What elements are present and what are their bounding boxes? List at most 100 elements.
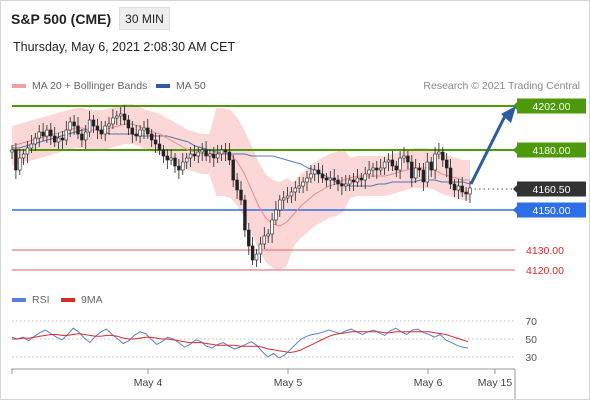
candle-body <box>138 129 142 137</box>
x-tick-label: May 4 <box>134 377 163 389</box>
candle-body <box>312 169 317 175</box>
candle-body <box>87 119 92 133</box>
candle-body <box>285 195 290 199</box>
candle-body <box>402 155 406 159</box>
candle-body <box>239 189 243 201</box>
candle-body <box>351 179 356 183</box>
candle-body <box>150 133 154 141</box>
candle-body <box>235 179 239 191</box>
candle-body <box>437 151 441 155</box>
candle-body <box>301 181 305 187</box>
candle-body <box>433 153 437 171</box>
candle-body <box>169 157 173 161</box>
rsi-tick-label: 70 <box>525 316 537 328</box>
candle-body <box>347 179 352 185</box>
candle-body <box>421 169 426 183</box>
candle-body <box>49 129 53 137</box>
rsi-tick-label: 30 <box>525 352 537 364</box>
level-label-4120.00: 4120.00 <box>526 265 564 277</box>
candle-body <box>14 149 18 171</box>
candle-body <box>200 149 204 153</box>
level-tag-pointer-4180.00 <box>513 146 517 154</box>
candle-body <box>390 159 395 167</box>
candle-body <box>196 151 200 157</box>
candle-body <box>413 167 418 179</box>
candle-body <box>359 177 363 181</box>
level-tag-pointer-4150.00 <box>513 206 517 214</box>
candle-body <box>371 167 375 171</box>
candle-body <box>212 153 216 159</box>
level-tag-label-4150.00: 4150.00 <box>533 205 571 217</box>
candle-body <box>410 161 414 179</box>
candle-body <box>153 139 158 145</box>
level-tag-label-4160.50: 4160.50 <box>533 184 571 196</box>
rsi-tick-label: 50 <box>525 334 537 346</box>
candle-body <box>468 187 472 195</box>
rsi-ma9-line <box>12 331 469 354</box>
candle-body <box>111 117 115 125</box>
candle-body <box>320 173 325 179</box>
candle-body <box>316 169 321 175</box>
candle-body <box>80 133 84 141</box>
x-tick-label: May 5 <box>274 377 303 389</box>
candle-body <box>382 161 387 169</box>
candle-body <box>231 159 235 181</box>
candle-body <box>460 185 464 193</box>
candle-body <box>173 157 177 167</box>
candle-body <box>107 123 111 127</box>
candle-body <box>386 159 391 163</box>
candle-body <box>332 177 336 181</box>
candle-body <box>324 177 329 181</box>
candle-body <box>367 169 371 175</box>
candle-body <box>289 191 294 197</box>
candle-body <box>91 119 96 127</box>
candle-body <box>52 135 57 143</box>
candle-body <box>72 121 76 127</box>
price-chart-svg: 4202.00 4180.00 4160.50 4150.00 4130.00 4120.… <box>10 98 586 399</box>
level-tag-label-4202.00: 4202.00 <box>533 101 571 113</box>
candle-body <box>126 119 131 129</box>
level-tag-label-4180.00: 4180.00 <box>533 145 571 157</box>
candle-body <box>45 129 49 137</box>
candle-body <box>355 177 360 183</box>
candle-body <box>219 149 224 155</box>
candle-body <box>103 125 107 135</box>
candle-body <box>227 151 232 161</box>
candle-body <box>25 147 30 155</box>
candle-body <box>142 127 146 131</box>
candle-body <box>270 219 274 235</box>
candle-body <box>375 167 379 171</box>
candle-body <box>417 167 422 171</box>
rsi-line <box>11 327 469 359</box>
candle-body <box>122 113 127 121</box>
candle-body <box>188 153 193 159</box>
candle-body <box>398 157 402 171</box>
candle-body <box>130 127 134 135</box>
candle-body <box>297 185 301 189</box>
candle-body <box>64 129 69 141</box>
candle-body <box>177 165 181 171</box>
candle-body <box>274 209 278 221</box>
candle-body <box>336 179 340 185</box>
candle-body <box>243 199 247 231</box>
candle-body <box>18 157 22 171</box>
candle-body <box>216 153 220 159</box>
candle-body <box>309 173 313 179</box>
candle-body <box>444 159 449 169</box>
candle-body <box>115 115 119 119</box>
candle-body <box>425 161 429 183</box>
candle-body <box>464 191 468 195</box>
level-label-4130.00: 4130.00 <box>526 245 564 257</box>
candle-body <box>378 167 383 171</box>
candle-body <box>33 137 38 145</box>
x-tick-label: May 15 <box>478 377 513 389</box>
candle-body <box>456 185 461 191</box>
candle-body <box>254 253 259 261</box>
candle-body <box>266 233 270 237</box>
candle-body <box>99 129 104 135</box>
candle-body <box>95 125 100 131</box>
candle-body <box>258 243 263 255</box>
candle-body <box>441 151 445 161</box>
candle-body <box>161 149 166 157</box>
candle-body <box>84 131 88 141</box>
